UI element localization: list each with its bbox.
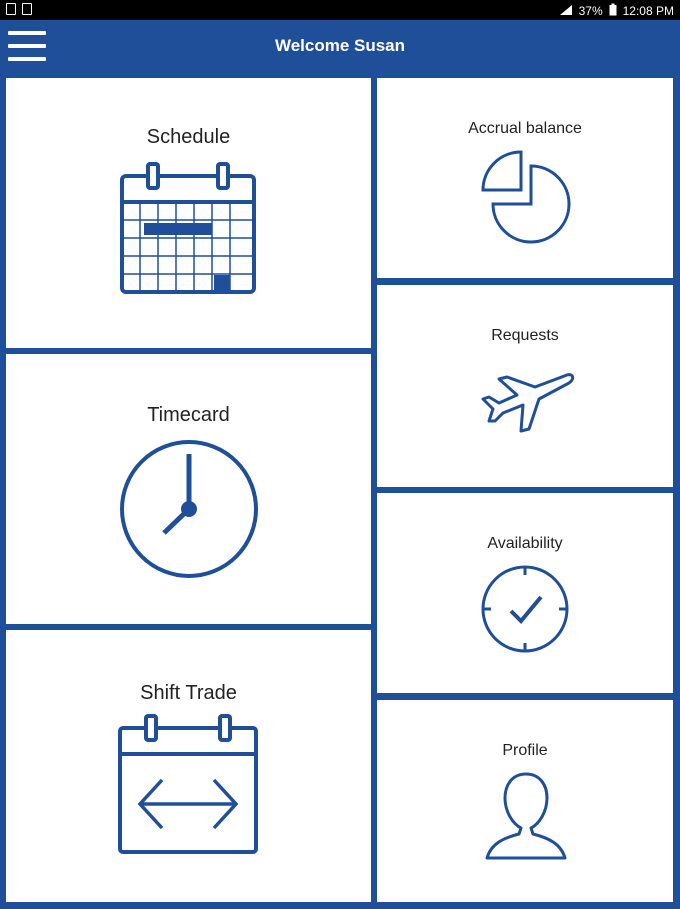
notification-icons xyxy=(6,3,32,15)
status-bar: 37% 12:08 PM xyxy=(0,0,680,20)
airplane-icon xyxy=(481,373,575,433)
app-bar: Welcome Susan xyxy=(0,20,680,72)
status-indicators: 37% 12:08 PM xyxy=(559,3,674,19)
tile-profile[interactable]: Profile xyxy=(377,700,673,902)
clock-check-icon xyxy=(481,565,569,653)
tile-accrual-balance-label: Accrual balance xyxy=(468,120,582,137)
clock-time: 12:08 PM xyxy=(622,4,674,18)
clock-icon xyxy=(120,440,258,578)
tile-schedule[interactable]: Schedule xyxy=(6,78,371,348)
signal-icon xyxy=(559,4,573,19)
notification-icon xyxy=(22,3,32,15)
tile-availability[interactable]: Availability xyxy=(377,493,673,693)
battery-percent: 37% xyxy=(578,4,603,18)
tile-shift-trade-label: Shift Trade xyxy=(140,682,237,704)
person-icon xyxy=(485,772,567,860)
tile-accrual-balance[interactable]: Accrual balance xyxy=(377,78,673,278)
tile-availability-label: Availability xyxy=(487,535,563,552)
tile-shift-trade[interactable]: Shift Trade xyxy=(6,630,371,902)
pie-chart-icon xyxy=(481,150,571,244)
tile-timecard[interactable]: Timecard xyxy=(6,354,371,624)
calendar-arrows-icon xyxy=(118,714,258,854)
tile-requests-label: Requests xyxy=(491,327,559,344)
tile-schedule-label: Schedule xyxy=(146,126,231,148)
calendar-icon xyxy=(120,162,256,294)
page-title: Welcome Susan xyxy=(274,36,406,55)
battery-icon xyxy=(609,3,617,19)
tile-timecard-label: Timecard xyxy=(147,404,230,426)
notification-icon xyxy=(6,3,16,15)
tile-profile-label: Profile xyxy=(502,742,548,759)
tile-requests[interactable]: Requests xyxy=(377,285,673,487)
